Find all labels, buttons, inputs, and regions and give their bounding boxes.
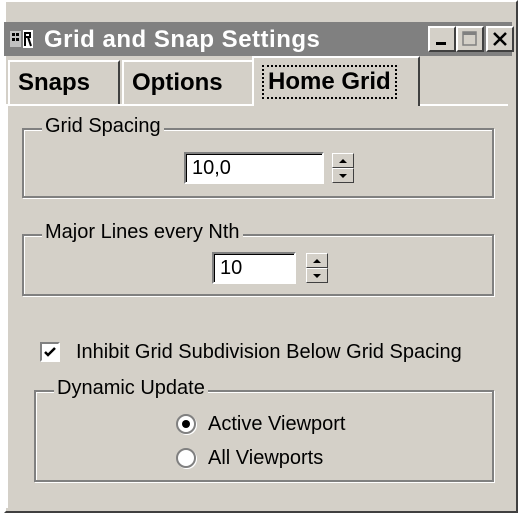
grid-spacing-spin-down[interactable] bbox=[332, 168, 354, 183]
all-viewports-radio[interactable] bbox=[176, 448, 196, 468]
active-viewport-label[interactable]: Active Viewport bbox=[208, 413, 345, 436]
minimize-icon bbox=[436, 42, 446, 45]
window-title: Grid and Snap Settings bbox=[44, 26, 321, 53]
tab-home-grid[interactable]: Home Grid bbox=[252, 56, 420, 106]
title-bar[interactable]: Grid and Snap Settings bbox=[4, 22, 514, 56]
major-lines-spinner[interactable] bbox=[306, 253, 328, 283]
maximize-button[interactable] bbox=[456, 26, 484, 52]
inhibit-subdivision-checkbox[interactable] bbox=[40, 342, 60, 362]
major-lines-legend: Major Lines every Nth bbox=[42, 221, 243, 244]
checkmark-icon bbox=[44, 347, 56, 357]
dynamic-update-legend: Dynamic Update bbox=[54, 377, 208, 400]
app-icon bbox=[10, 30, 33, 48]
arrow-down-icon bbox=[313, 273, 321, 278]
minimize-button[interactable] bbox=[428, 26, 456, 52]
tab-home-grid-label: Home Grid bbox=[262, 65, 397, 99]
arrow-up-icon bbox=[339, 158, 347, 163]
arrow-up-icon bbox=[313, 258, 321, 263]
tab-snaps-label: Snaps bbox=[18, 69, 91, 96]
grid-spacing-input[interactable] bbox=[184, 152, 324, 184]
radio-selected-dot bbox=[182, 420, 190, 428]
all-viewports-label[interactable]: All Viewports bbox=[208, 447, 323, 470]
arrow-down-icon bbox=[339, 173, 347, 178]
close-button[interactable] bbox=[486, 26, 514, 52]
major-lines-input[interactable] bbox=[212, 252, 296, 284]
grid-spacing-legend: Grid Spacing bbox=[42, 115, 164, 138]
grid-spacing-spin-up[interactable] bbox=[332, 153, 354, 168]
active-viewport-radio[interactable] bbox=[176, 414, 196, 434]
tab-options-label: Options bbox=[132, 69, 223, 96]
tab-options[interactable]: Options bbox=[122, 60, 254, 104]
close-icon bbox=[493, 32, 507, 46]
major-lines-spin-up[interactable] bbox=[306, 253, 328, 268]
maximize-icon bbox=[462, 31, 477, 46]
inhibit-subdivision-label[interactable]: Inhibit Grid Subdivision Below Grid Spac… bbox=[76, 341, 462, 364]
major-lines-spin-down[interactable] bbox=[306, 268, 328, 283]
tab-snaps[interactable]: Snaps bbox=[8, 60, 120, 104]
grid-spacing-spinner[interactable] bbox=[332, 153, 354, 183]
